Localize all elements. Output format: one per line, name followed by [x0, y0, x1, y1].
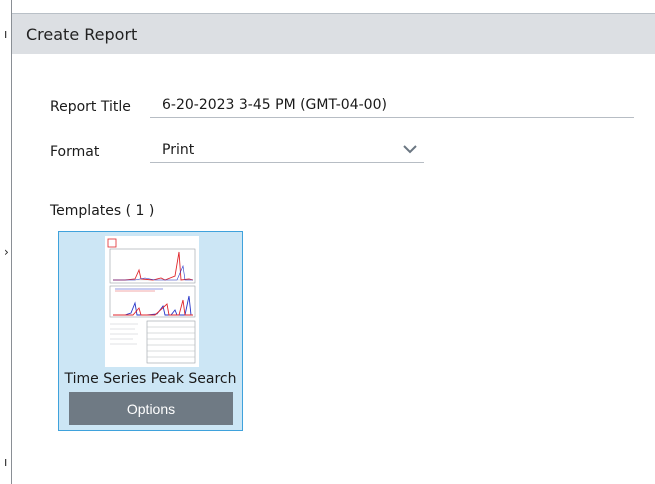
- template-name: Time Series Peak Search: [64, 371, 237, 387]
- background-glyph: ›: [4, 245, 9, 259]
- chevron-down-icon: [403, 145, 417, 154]
- report-title-row: Report Title 6-20-2023 3-45 PM (GMT-04-0…: [50, 93, 634, 118]
- dialog-header: Create Report: [12, 14, 655, 54]
- format-row: Format Print: [50, 138, 424, 163]
- screen: ı › ı Create Report Report Title 6-20-20…: [0, 0, 655, 484]
- background-glyph: ı: [4, 27, 8, 41]
- templates-heading: Templates ( 1 ): [50, 203, 155, 219]
- template-thumbnail: [105, 236, 199, 367]
- format-value: Print: [162, 142, 195, 158]
- report-preview-image: [105, 236, 199, 367]
- format-dropdown[interactable]: Print: [150, 138, 424, 163]
- report-title-input[interactable]: 6-20-2023 3-45 PM (GMT-04-00): [150, 93, 634, 118]
- create-report-dialog: Create Report Report Title 6-20-2023 3-4…: [12, 13, 655, 484]
- background-window-edge: ı › ı: [0, 0, 12, 484]
- report-title-value: 6-20-2023 3-45 PM (GMT-04-00): [162, 97, 387, 113]
- report-title-label: Report Title: [50, 99, 131, 115]
- background-glyph: ı: [4, 455, 8, 469]
- dialog-title: Create Report: [26, 24, 138, 44]
- template-card[interactable]: Time Series Peak Search Options: [58, 231, 243, 431]
- format-label: Format: [50, 144, 100, 160]
- options-button[interactable]: Options: [69, 392, 233, 425]
